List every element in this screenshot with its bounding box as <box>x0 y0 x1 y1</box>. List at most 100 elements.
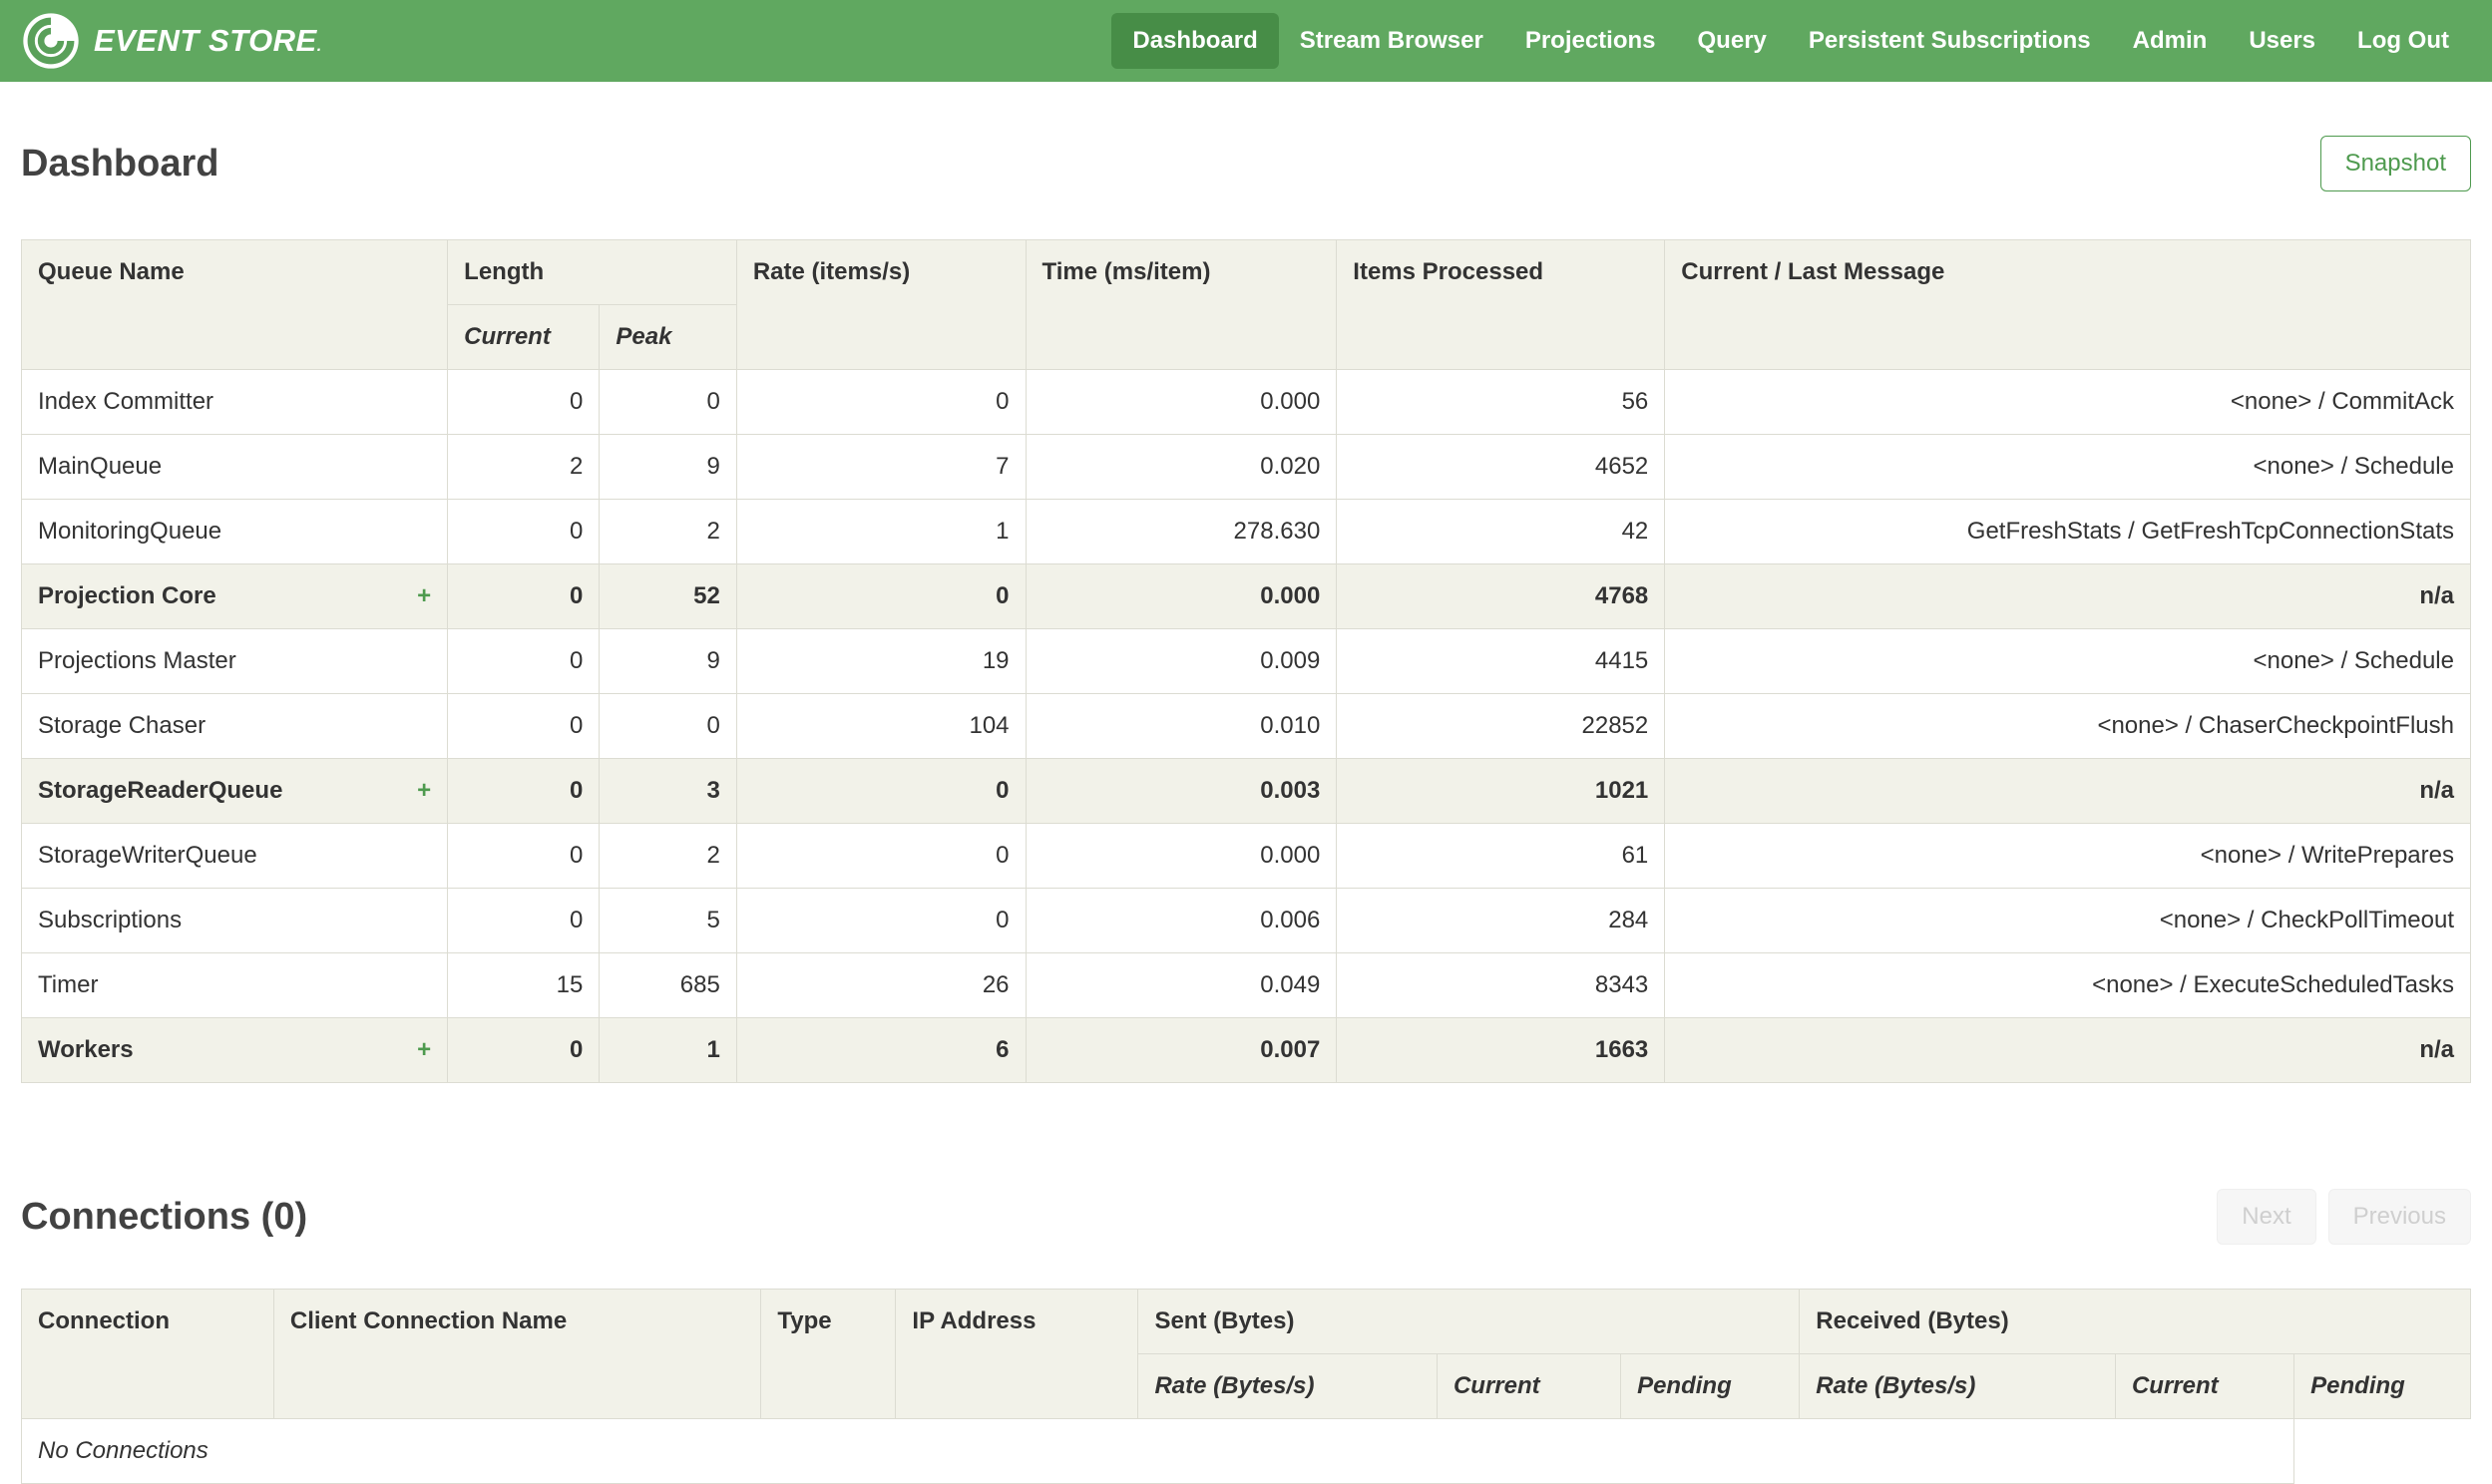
queue-rate-cell: 0 <box>735 758 1027 824</box>
queue-name-cell: Subscriptions <box>20 888 449 953</box>
nav-item-users[interactable]: Users <box>2228 13 2336 69</box>
col-header-received-rate: Rate (Bytes/s) <box>1799 1353 2116 1419</box>
queue-rate-cell: 26 <box>735 952 1027 1018</box>
queue-time-cell: 0.000 <box>1025 369 1338 435</box>
no-connections-message: No Connections <box>20 1418 2295 1484</box>
queue-peak-cell: 52 <box>599 563 737 629</box>
col-header-received-pending: Pending <box>2293 1353 2471 1419</box>
queue-rate-cell: 19 <box>735 628 1027 694</box>
queue-message-cell: GetFreshStats / GetFreshTcpConnectionSta… <box>1664 499 2471 564</box>
queue-rate-cell: 1 <box>735 499 1027 564</box>
queue-rate-cell: 6 <box>735 1017 1027 1083</box>
queue-time-cell: 0.049 <box>1025 952 1338 1018</box>
queue-items-cell: 22852 <box>1336 693 1666 759</box>
col-header-time: Time (ms/item) <box>1025 239 1338 370</box>
page-content: Dashboard Snapshot Queue Name Length Rat… <box>0 136 2492 1484</box>
nav-item-query[interactable]: Query <box>1677 13 1788 69</box>
queue-time-cell: 0.000 <box>1025 563 1338 629</box>
queue-items-cell: 1021 <box>1336 758 1666 824</box>
col-header-client-connection-name: Client Connection Name <box>272 1289 762 1419</box>
connections-table: Connection Client Connection Name Type I… <box>20 1289 2471 1484</box>
queue-name-cell: StorageWriterQueue <box>20 823 449 889</box>
connections-pager: Next Previous <box>2217 1189 2471 1245</box>
queue-time-cell: 0.006 <box>1025 888 1338 953</box>
col-header-items-processed: Items Processed <box>1336 239 1666 370</box>
snapshot-button[interactable]: Snapshot <box>2319 136 2471 191</box>
col-header-received-bytes: Received (Bytes) <box>1799 1289 2471 1354</box>
nav-item-logout[interactable]: Log Out <box>2336 13 2470 69</box>
queue-row: Index Committer 0 0 0 0.000 56 <none> / … <box>20 369 2471 435</box>
queue-message-cell: n/a <box>1664 758 2471 824</box>
brand-trademark: . <box>316 38 322 55</box>
queue-name: Workers <box>38 1036 134 1063</box>
queue-peak-cell: 0 <box>599 369 737 435</box>
col-header-connection: Connection <box>21 1289 274 1419</box>
col-header-sent-rate: Rate (Bytes/s) <box>1137 1353 1438 1419</box>
queue-message-cell: n/a <box>1664 1017 2471 1083</box>
queue-rate-cell: 0 <box>735 823 1027 889</box>
top-navbar: EVENT STORE. Dashboard Stream Browser Pr… <box>0 0 2492 82</box>
queue-peak-cell: 5 <box>599 888 737 953</box>
nav-item-dashboard[interactable]: Dashboard <box>1111 13 1279 69</box>
queue-message-cell: <none> / Schedule <box>1664 628 2471 694</box>
queue-time-cell: 0.010 <box>1025 693 1338 759</box>
next-button[interactable]: Next <box>2217 1189 2316 1245</box>
queue-peak-cell: 2 <box>599 499 737 564</box>
queue-row: MonitoringQueue 0 2 1 278.630 42 GetFres… <box>20 499 2471 564</box>
nav-item-admin[interactable]: Admin <box>2112 13 2229 69</box>
queue-peak-cell: 9 <box>599 434 737 500</box>
col-header-queue-name: Queue Name <box>20 239 449 370</box>
col-header-type: Type <box>760 1289 897 1419</box>
queue-row: StorageWriterQueue 0 2 0 0.000 61 <none>… <box>20 823 2471 889</box>
col-header-sent-bytes: Sent (Bytes) <box>1137 1289 1801 1354</box>
main-nav: Dashboard Stream Browser Projections Que… <box>1111 13 2470 69</box>
brand[interactable]: EVENT STORE. <box>22 12 322 70</box>
queue-name-cell: MainQueue <box>20 434 449 500</box>
col-header-message: Current / Last Message <box>1664 239 2471 370</box>
col-header-sent-pending: Pending <box>1620 1353 1801 1419</box>
queue-rate-cell: 104 <box>735 693 1027 759</box>
queue-current-cell: 0 <box>447 823 601 889</box>
queue-name-cell: Workers + <box>20 1017 449 1083</box>
queue-items-cell: 8343 <box>1336 952 1666 1018</box>
previous-button[interactable]: Previous <box>2327 1189 2471 1245</box>
queue-current-cell: 0 <box>447 888 601 953</box>
queue-rate-cell: 7 <box>735 434 1027 500</box>
queue-peak-cell: 1 <box>599 1017 737 1083</box>
nav-item-persistent-subscriptions[interactable]: Persistent Subscriptions <box>1788 13 2112 69</box>
queue-current-cell: 0 <box>447 1017 601 1083</box>
queue-name-cell: Index Committer <box>20 369 449 435</box>
queue-rate-cell: 0 <box>735 888 1027 953</box>
expand-group-button[interactable]: + <box>417 1035 431 1065</box>
queue-items-cell: 1663 <box>1336 1017 1666 1083</box>
queue-peak-cell: 3 <box>599 758 737 824</box>
queue-name: Projection Core <box>38 582 216 609</box>
expand-group-button[interactable]: + <box>417 776 431 806</box>
queue-current-cell: 0 <box>447 693 601 759</box>
queue-items-cell: 4768 <box>1336 563 1666 629</box>
connections-header: Connections (0) Next Previous <box>21 1189 2471 1245</box>
nav-item-projections[interactable]: Projections <box>1504 13 1677 69</box>
queue-message-cell: <none> / ChaserCheckpointFlush <box>1664 693 2471 759</box>
expand-group-button[interactable]: + <box>417 581 431 611</box>
queue-group-row: Projection Core + 0 52 0 0.000 4768 n/a <box>20 563 2471 629</box>
connections-title: Connections (0) <box>21 1196 308 1238</box>
col-header-ip-address: IP Address <box>895 1289 1139 1419</box>
col-header-rate: Rate (items/s) <box>735 239 1027 370</box>
queue-name-cell: Projections Master <box>20 628 449 694</box>
queue-group-row: StorageReaderQueue + 0 3 0 0.003 1021 n/… <box>20 758 2471 824</box>
queue-items-cell: 284 <box>1336 888 1666 953</box>
queue-items-cell: 4652 <box>1336 434 1666 500</box>
queue-group-row: Workers + 0 1 6 0.007 1663 n/a <box>20 1017 2471 1083</box>
queue-items-cell: 61 <box>1336 823 1666 889</box>
queue-time-cell: 278.630 <box>1025 499 1338 564</box>
queue-current-cell: 0 <box>447 758 601 824</box>
col-header-current: Current <box>447 304 601 370</box>
nav-item-stream-browser[interactable]: Stream Browser <box>1279 13 1504 69</box>
page-header: Dashboard Snapshot <box>21 136 2471 191</box>
empty-cell <box>2293 1418 2471 1484</box>
queue-current-cell: 0 <box>447 563 601 629</box>
queue-time-cell: 0.009 <box>1025 628 1338 694</box>
page-title: Dashboard <box>21 143 219 185</box>
queue-peak-cell: 0 <box>599 693 737 759</box>
